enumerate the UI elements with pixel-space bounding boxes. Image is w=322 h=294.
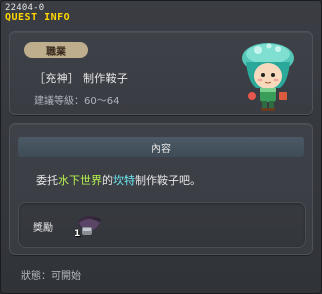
job-badge: 職業 <box>24 42 88 58</box>
desc-prefix: 委托 <box>36 174 58 187</box>
recommended-level: 建議等級：60～64 <box>34 96 120 107</box>
reward-item[interactable]: 1 <box>73 211 103 241</box>
quest-description: 委托水下世界的坎特制作鞍子吧。 <box>36 172 201 188</box>
job-name: ［充神］ 制作鞍子 <box>34 72 129 85</box>
desc-suffix: 制作鞍子吧。 <box>135 174 201 187</box>
quest-info-window: 22404-0 QUEST INFO 職業 ［充神］ 制作鞍子 建議等級：60～… <box>0 0 322 294</box>
reward-box: 獎勵 1 <box>18 202 306 248</box>
desc-npc: 坎特 <box>113 174 135 187</box>
reward-label: 獎勵 <box>33 223 53 234</box>
content-header-label: 內容 <box>151 143 171 155</box>
desc-place: 水下世界 <box>58 174 102 187</box>
npc-character-icon <box>242 43 294 111</box>
window-title: QUEST INFO <box>5 12 71 23</box>
reward-quantity: 1 <box>74 229 81 239</box>
titlebar[interactable]: 22404-0 QUEST INFO <box>2 2 320 24</box>
desc-mid: 的 <box>102 174 113 187</box>
quest-status: 狀態：可開始 <box>21 271 81 282</box>
job-badge-label: 職業 <box>46 46 66 58</box>
content-panel: 內容 委托水下世界的坎特制作鞍子吧。 獎勵 1 <box>9 123 313 255</box>
job-panel: 職業 ［充神］ 制作鞍子 建議等級：60～64 <box>9 31 313 115</box>
content-header: 內容 <box>18 137 304 157</box>
